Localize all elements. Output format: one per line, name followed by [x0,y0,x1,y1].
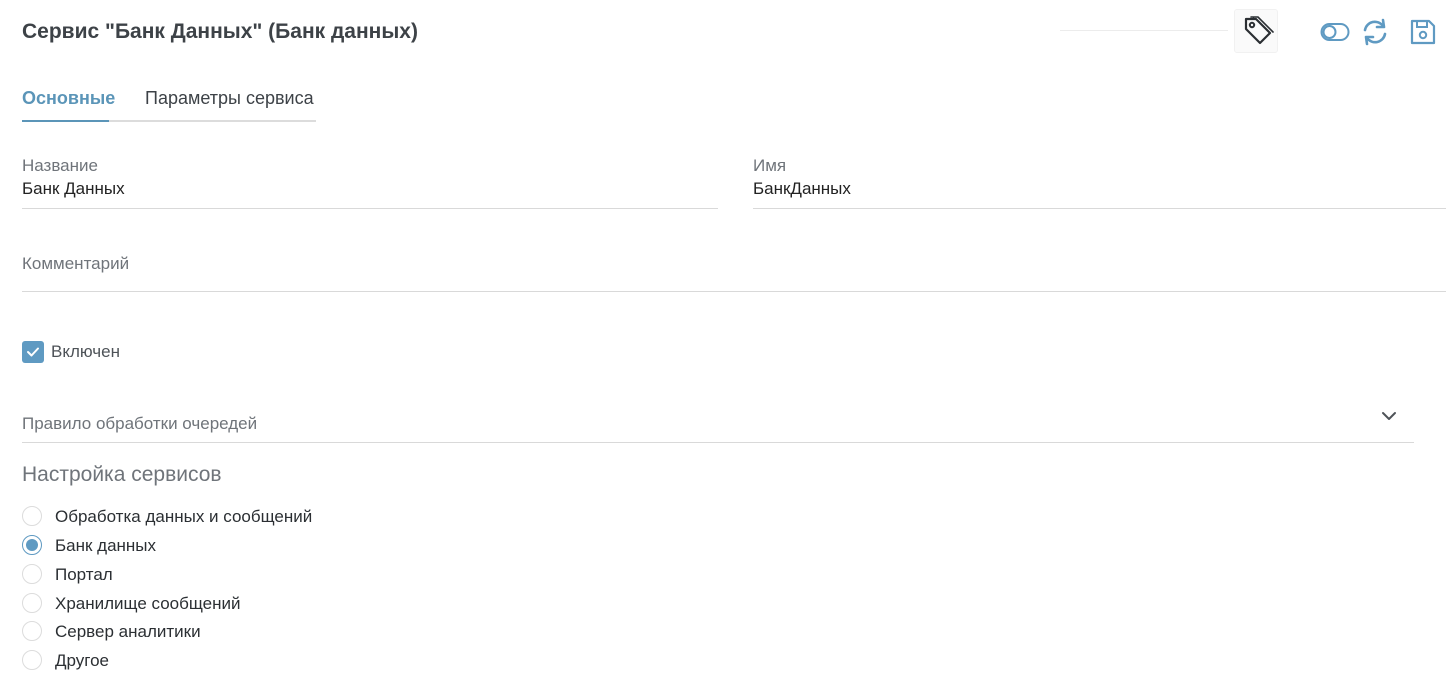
radio-label: Хранилище сообщений [55,594,241,613]
enabled-checkbox[interactable] [22,341,44,363]
services-section-title: Настройка сервисов [22,463,222,486]
queue-rule-underline [22,442,1414,443]
radio-button[interactable] [22,506,42,526]
queue-rule-select[interactable]: Правило обработки очередей [22,414,257,434]
comment-field-label: Комментарий [22,254,130,273]
radio-option-data-bank[interactable]: Банк данных [22,533,422,557]
enabled-checkbox-label[interactable]: Включен [51,342,120,362]
refresh-button[interactable] [1360,17,1390,47]
tab-bar: Основные Параметры сервиса [22,88,316,122]
radio-label: Сервер аналитики [55,622,201,641]
tags-button[interactable] [1234,9,1278,53]
comment-field[interactable] [22,276,1446,290]
tab-main[interactable]: Основные [22,88,115,122]
radio-option-other[interactable]: Другое [22,648,422,672]
header-divider [1060,30,1228,31]
radio-option-message-storage[interactable]: Хранилище сообщений [22,591,422,615]
name-field-underline [22,208,718,209]
id-name-field[interactable]: БанкДанных [753,179,1446,203]
comment-field-underline [22,291,1446,292]
radio-button[interactable] [22,593,42,613]
radio-option-data-processing[interactable]: Обработка данных и сообщений [22,504,422,528]
radio-label: Другое [55,651,110,670]
queue-rule-dropdown-toggle[interactable] [1378,405,1400,427]
toggle-button[interactable] [1320,17,1350,47]
radio-button-selected[interactable] [22,535,42,555]
radio-option-analytics-server[interactable]: Сервер аналитики [22,619,422,643]
radio-option-portal[interactable]: Портал [22,562,422,586]
radio-button[interactable] [22,564,42,584]
radio-button[interactable] [22,650,42,670]
tab-service-parameters[interactable]: Параметры сервиса [145,88,314,120]
refresh-icon [1360,18,1390,51]
chevron-down-icon [1378,412,1400,431]
id-name-field-underline [753,208,1446,209]
radio-label: Обработка данных и сообщений [55,507,313,526]
toggle-icon [1320,23,1350,51]
radio-label: Портал [55,565,113,584]
name-field-label: Название [22,156,98,175]
name-field[interactable]: Банк Данных [22,179,718,203]
radio-label: Банк данных [55,536,157,555]
id-name-field-label: Имя [753,156,787,175]
save-icon [1408,19,1438,51]
radio-button[interactable] [22,621,42,641]
save-button[interactable] [1408,17,1438,47]
page-title: Сервис "Банк Данных" (Банк данных) [22,20,418,43]
